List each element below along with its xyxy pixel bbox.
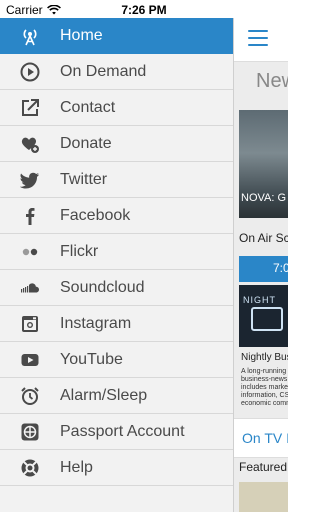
schedule-time-tab[interactable]: 7:0 bbox=[239, 256, 288, 282]
menu-item-youtube[interactable]: YouTube bbox=[0, 342, 233, 378]
menu-item-donate[interactable]: Donate bbox=[0, 126, 233, 162]
top-bar bbox=[234, 0, 288, 62]
facebook-icon bbox=[0, 206, 60, 226]
featured-label: Featured bbox=[239, 460, 288, 474]
side-drawer: Home On Demand Contact Donate Twitter Fa… bbox=[0, 18, 234, 512]
flickr-icon bbox=[0, 242, 60, 262]
heart-plus-icon bbox=[0, 134, 60, 154]
menu-item-label: Contact bbox=[60, 98, 116, 116]
show-desc-line: includes marke bbox=[241, 384, 288, 391]
menu-item-twitter[interactable]: Twitter bbox=[0, 162, 233, 198]
menu-item-label: Facebook bbox=[60, 206, 131, 224]
show-logo-box bbox=[251, 307, 283, 331]
alarm-clock-icon bbox=[0, 386, 60, 406]
show-desc-line: business-news bbox=[241, 376, 288, 383]
menu-item-label: Instagram bbox=[60, 314, 132, 332]
menu-item-label: Flickr bbox=[60, 242, 99, 260]
menu-item-alarm-sleep[interactable]: Alarm/Sleep bbox=[0, 378, 233, 414]
menu-item-home[interactable]: Home bbox=[0, 18, 233, 54]
menu-item-help[interactable]: Help bbox=[0, 450, 233, 486]
featured-thumbnail[interactable] bbox=[239, 482, 288, 512]
menu-item-on-demand[interactable]: On Demand bbox=[0, 54, 233, 90]
section-title: New bbox=[256, 70, 288, 92]
menu-item-label: Passport Account bbox=[60, 422, 185, 440]
show-desc-line: information, CS bbox=[241, 392, 288, 399]
menu-item-facebook[interactable]: Facebook bbox=[0, 198, 233, 234]
radio-tower-icon bbox=[0, 26, 60, 46]
card-caption: NOVA: G bbox=[241, 192, 287, 204]
menu-item-label: Soundcloud bbox=[60, 278, 145, 296]
menu-item-contact[interactable]: Contact bbox=[0, 90, 233, 126]
show-logo: NIGHT bbox=[243, 295, 276, 305]
menu-item-soundcloud[interactable]: Soundcloud bbox=[0, 270, 233, 306]
youtube-icon bbox=[0, 350, 60, 370]
menu-item-passport-account[interactable]: Passport Account bbox=[0, 414, 233, 450]
menu-item-label: Twitter bbox=[60, 170, 108, 188]
show-title: Nightly Bus bbox=[241, 352, 288, 363]
instagram-icon bbox=[0, 314, 60, 334]
menu-item-label: Home bbox=[60, 26, 103, 44]
on-tv-section[interactable]: On TV I bbox=[234, 418, 288, 458]
main-content: New NOVA: G On Air Sc 7:0 NIGHT Nightly … bbox=[234, 0, 288, 512]
menu-item-label: On Demand bbox=[60, 62, 147, 80]
external-link-icon bbox=[0, 98, 60, 118]
soundcloud-icon bbox=[0, 278, 60, 298]
show-description: A long-running business-news includes ma… bbox=[241, 368, 288, 408]
menu-item-label: Help bbox=[60, 458, 93, 476]
menu-item-label: YouTube bbox=[60, 350, 123, 368]
on-air-label: On Air Sc bbox=[239, 231, 288, 245]
menu-item-instagram[interactable]: Instagram bbox=[0, 306, 233, 342]
on-tv-label: On TV I bbox=[242, 430, 288, 446]
passport-compass-icon bbox=[0, 422, 60, 442]
show-desc-line: economic comm bbox=[241, 400, 288, 407]
featured-card-image[interactable]: NOVA: G bbox=[239, 110, 288, 218]
show-thumbnail[interactable]: NIGHT bbox=[239, 285, 288, 347]
show-desc-line: A long-running bbox=[241, 368, 287, 375]
help-icon bbox=[0, 458, 60, 478]
menu-item-label: Alarm/Sleep bbox=[60, 386, 148, 404]
menu-item-flickr[interactable]: Flickr bbox=[0, 234, 233, 270]
hamburger-menu-icon[interactable] bbox=[248, 30, 268, 46]
menu-item-label: Donate bbox=[60, 134, 112, 152]
play-circle-icon bbox=[0, 62, 60, 82]
twitter-icon bbox=[0, 170, 60, 190]
